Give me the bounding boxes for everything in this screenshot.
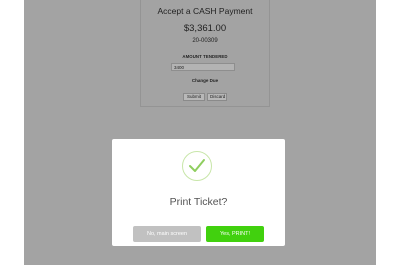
- amount-tendered-input[interactable]: 3400: [171, 63, 235, 71]
- discard-button[interactable]: Discard: [207, 93, 227, 101]
- amount-tendered-label: AMOUNT TENDERED: [182, 54, 228, 59]
- dialog-title: Print Ticket?: [169, 196, 228, 208]
- payment-reference: 20-00309: [192, 38, 218, 44]
- print-ticket-dialog: Print Ticket? No, main screen Yes, PRINT…: [112, 139, 285, 246]
- change-due-label: Change Due: [191, 78, 219, 83]
- yes-print-button[interactable]: Yes, PRINT!: [206, 226, 264, 242]
- payment-amount: $3,361.00: [183, 23, 227, 34]
- success-circle: [182, 151, 212, 181]
- cash-payment-panel: Accept a CASH Payment $3,361.00 20-00309…: [140, 0, 270, 107]
- check-icon: [189, 159, 205, 172]
- payment-title: Accept a CASH Payment: [157, 6, 253, 16]
- submit-button[interactable]: Submit: [183, 93, 205, 101]
- no-main-screen-button[interactable]: No, main screen: [133, 226, 201, 242]
